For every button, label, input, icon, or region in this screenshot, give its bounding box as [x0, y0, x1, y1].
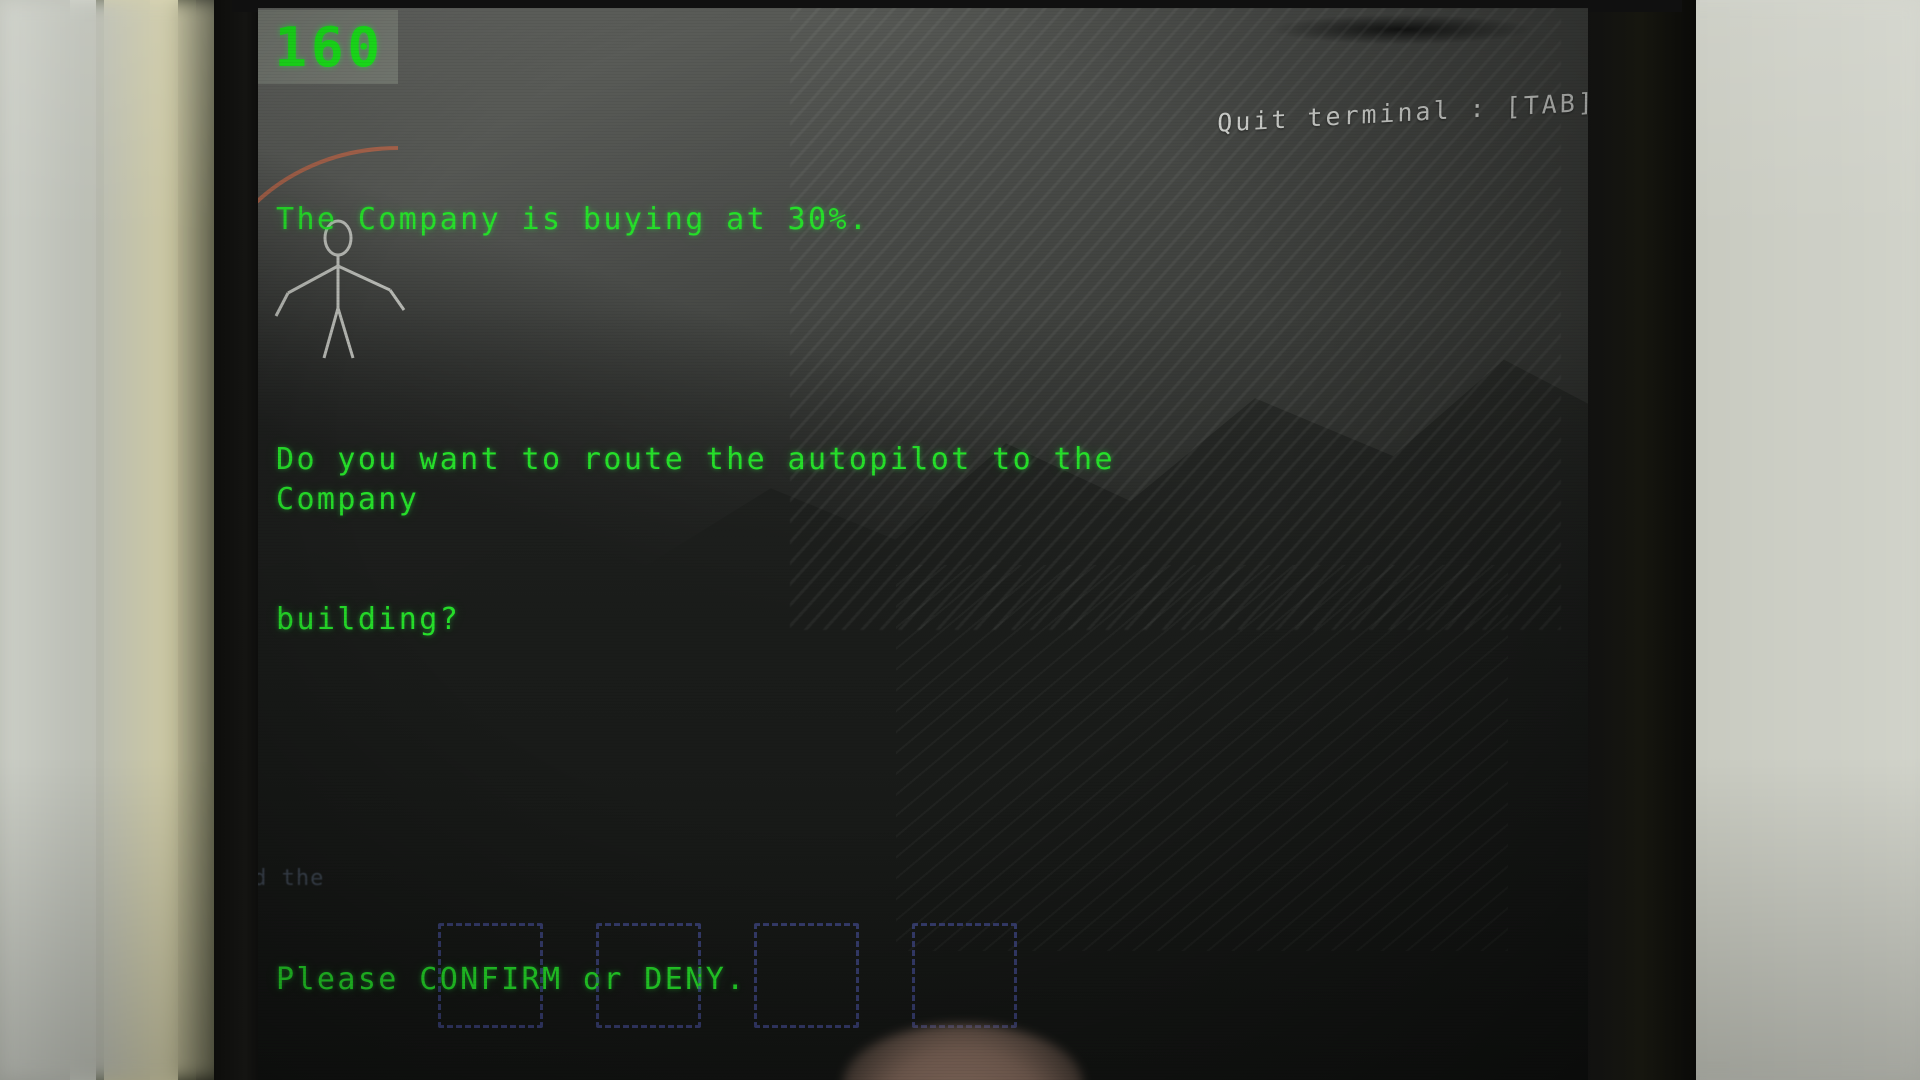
monitor-bezel-right [1586, 0, 1696, 1080]
terminal-blank-line-3 [276, 840, 1276, 880]
terminal-line-autopilot-question-a: Do you want to route the autopilot to th… [276, 442, 1136, 517]
scan-counter-value: 160 [274, 15, 384, 79]
inventory-slot-1[interactable] [438, 923, 543, 1028]
terminal-blank-line-1 [276, 320, 1276, 360]
terminal-blank-line-2 [276, 720, 1276, 760]
terminal-line-autopilot-question-b: building? [276, 602, 461, 637]
inventory-bar [438, 923, 1017, 1028]
inventory-slot-2[interactable] [596, 923, 701, 1028]
chat-ghost-text: someone joined the [258, 866, 325, 891]
scan-counter-box: 160 [258, 10, 398, 84]
terminal-line-buying-rate: The Company is buying at 30%. [276, 202, 870, 237]
wall-panel-left [0, 0, 240, 1080]
inventory-slot-4[interactable] [912, 923, 1017, 1028]
inventory-slot-3[interactable] [754, 923, 859, 1028]
screenshot-root: 160 Quit terminal : [TAB] The Company is… [0, 0, 1920, 1080]
terminal-screen[interactable]: 160 Quit terminal : [TAB] The Company is… [258, 8, 1588, 1080]
